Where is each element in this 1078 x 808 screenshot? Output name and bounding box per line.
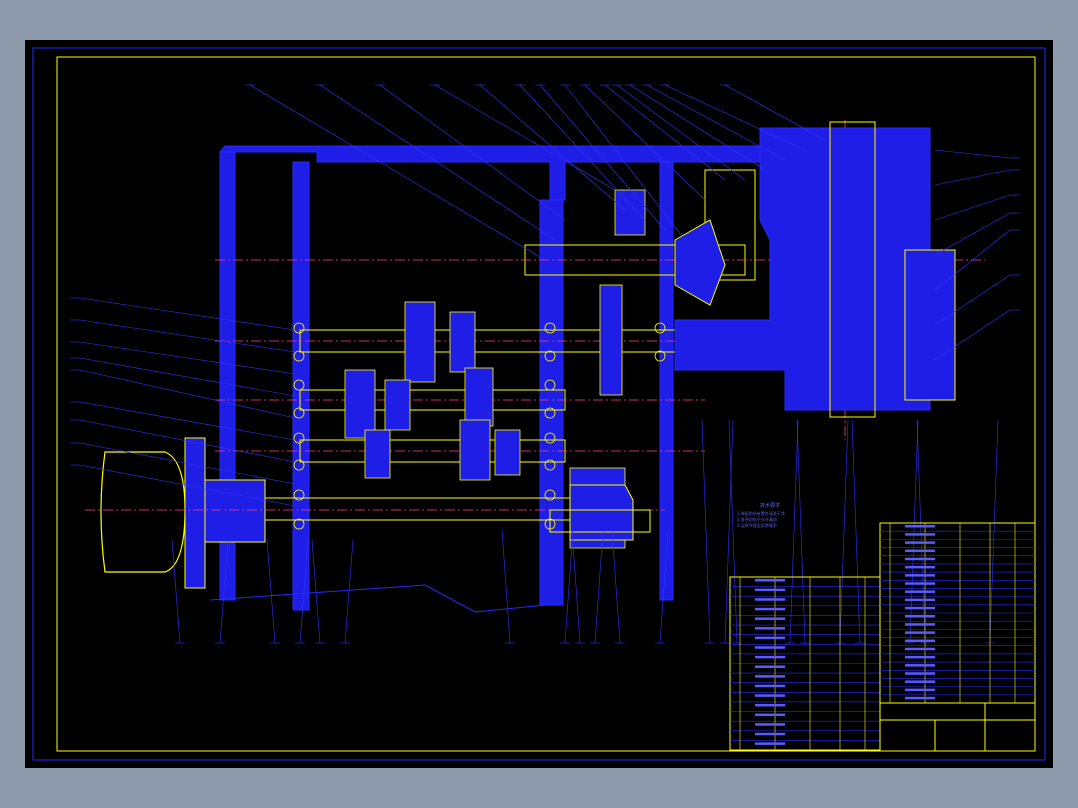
parts-right-cell-text xyxy=(905,557,935,561)
parts-right-cell-text xyxy=(905,582,935,585)
parts-list-right xyxy=(879,522,1036,704)
housing-right-wall xyxy=(659,161,674,601)
technical-note-line-3: 3.运转平稳无异常噪声 xyxy=(737,522,777,528)
parts-right-cell-text xyxy=(905,590,935,593)
parts-right-cell-text xyxy=(905,549,935,553)
bevel-gear xyxy=(674,219,726,306)
parts-left-cell-text xyxy=(755,598,785,601)
parts-left-cell-text xyxy=(755,684,785,688)
leader-left-0 xyxy=(79,297,296,331)
leader-bottom-5 xyxy=(344,539,354,644)
technical-note-line-0: 技术要求 xyxy=(760,502,780,509)
parts-right-cell-text xyxy=(905,533,935,536)
parts-right-cell-text xyxy=(905,688,935,692)
base-line xyxy=(209,584,546,613)
parts-right-cell-text xyxy=(905,664,935,667)
motor-flange xyxy=(184,437,206,589)
parts-right-cell-text xyxy=(905,574,935,577)
motor-body xyxy=(100,451,186,573)
leader-bottom-15 xyxy=(789,419,799,644)
leader-bottom-17 xyxy=(839,419,849,644)
parts-left-cell-text xyxy=(755,579,785,582)
parts-left-cell-text xyxy=(755,646,785,649)
leader-right-3 xyxy=(934,212,1011,256)
leader-bottom-13 xyxy=(724,419,734,644)
title-block xyxy=(879,702,1036,752)
leader-top-3 xyxy=(434,84,616,191)
parts-right-cell-text xyxy=(905,525,935,528)
parts-right-cell-text xyxy=(905,639,935,643)
housing-inner-wall-left xyxy=(292,161,310,611)
leader-bottom-21 xyxy=(989,419,999,644)
leader-bottom-4 xyxy=(311,539,321,644)
right-cover xyxy=(904,249,956,401)
parts-left-cell-text xyxy=(755,665,785,668)
parts-left-cell-text xyxy=(755,617,785,620)
parts-left-cell-text xyxy=(755,627,785,630)
parts-list-left xyxy=(729,576,881,751)
leader-right-0 xyxy=(934,149,1011,159)
parts-right-cell-text xyxy=(905,696,935,700)
parts-right-cell-text xyxy=(905,598,935,602)
parts-right-cell-text xyxy=(905,565,935,569)
parts-left-cell-text xyxy=(755,723,785,726)
technical-note-line-1: 1.装配前所有零件清洗干净 xyxy=(737,510,785,516)
gearbox-mechanism xyxy=(85,120,985,613)
parts-right-cell-text xyxy=(905,672,935,675)
leader-bottom-19 xyxy=(909,419,919,644)
parts-left-cell-text xyxy=(755,742,785,745)
parts-right-cell-text xyxy=(905,631,935,634)
parts-left-cell-text xyxy=(755,732,785,736)
leader-bottom-6 xyxy=(501,529,511,644)
parts-left-cell-text xyxy=(755,607,785,611)
technical-note-block: 技术要求 1.装配前所有零件清洗干净 2.各密封处不允许漏油 3.运转平稳无异常… xyxy=(737,502,785,528)
leader-bottom-12 xyxy=(701,419,711,644)
leader-bottom-16 xyxy=(796,419,806,644)
parts-right-cell-text xyxy=(905,655,935,659)
leader-bottom-18 xyxy=(851,419,861,644)
technical-note-line-2: 2.各密封处不允许漏油 xyxy=(737,516,777,522)
housing-middle-wall xyxy=(539,199,564,606)
parts-left-cell-text xyxy=(755,694,785,697)
parts-left-cell-text xyxy=(755,703,785,707)
parts-right-cell-text xyxy=(905,606,935,610)
leader-bottom-7 xyxy=(564,529,574,644)
parts-left-cell-text xyxy=(755,713,785,717)
parts-left-cell-text xyxy=(755,655,785,659)
leader-right-1 xyxy=(934,169,1011,186)
drawing-canvas: 技术要求 1.装配前所有零件清洗干净 2.各密封处不允许漏油 3.运转平稳无异常… xyxy=(25,40,1053,768)
leader-left-5 xyxy=(79,401,296,441)
leader-left-2 xyxy=(79,341,296,375)
parts-right-cell-text xyxy=(905,623,935,626)
parts-right-cell-text xyxy=(905,615,935,618)
leader-bottom-20 xyxy=(916,419,926,644)
parts-right-cell-text xyxy=(905,541,935,544)
leader-bottom-2 xyxy=(266,539,276,644)
parts-left-cell-text xyxy=(755,588,785,592)
leader-right-2 xyxy=(934,194,1011,221)
parts-right-cell-text xyxy=(905,680,935,683)
leader-top-10 xyxy=(616,84,746,181)
leader-left-1 xyxy=(79,319,296,353)
parts-left-cell-text xyxy=(755,675,785,678)
assembly-drawing: 技术要求 1.装配前所有零件清洗干净 2.各密封处不允许漏油 3.运转平稳无异常… xyxy=(32,47,1046,761)
parts-left-cell-text xyxy=(755,636,785,640)
coupling xyxy=(204,479,266,543)
parts-right-cell-text xyxy=(905,647,935,651)
